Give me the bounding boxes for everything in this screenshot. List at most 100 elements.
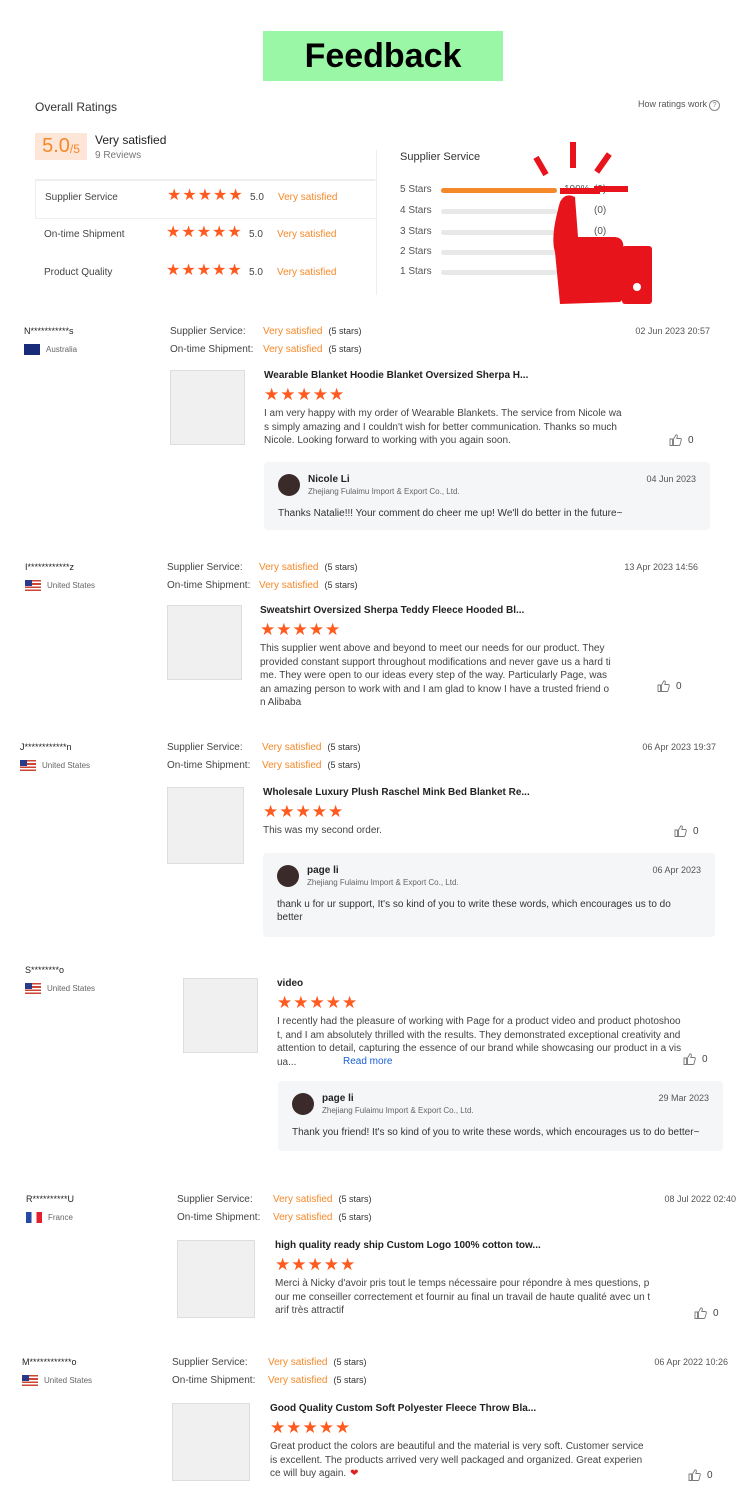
thumbs-up-icon	[694, 1307, 707, 1319]
review-text-body: I am very happy with my order of Wearabl…	[264, 408, 622, 446]
country-label: United States	[47, 581, 96, 590]
star-rating: ★★★★★	[166, 262, 243, 279]
flag-icon	[25, 580, 41, 591]
service-value: Very satisfied	[262, 760, 322, 771]
star-bar-label: 5 Stars	[400, 184, 432, 195]
rating-value: 5.0	[249, 267, 263, 278]
divider	[376, 150, 377, 295]
review-card: M************o United States Supplier Serv…	[0, 1357, 750, 1481]
thumbs-up-icon	[669, 434, 682, 446]
service-stars: (5 stars)	[338, 1194, 372, 1204]
read-more-link[interactable]: Read more	[343, 1056, 392, 1067]
service-stars: (5 stars)	[324, 562, 358, 572]
review-card: I************z United States Supplier Serv…	[0, 562, 750, 708]
product-title[interactable]: video	[277, 978, 685, 989]
reply-company: Zhejiang Fulaimu Import & Export Co., Lt…	[322, 1106, 474, 1115]
like-button[interactable]: 0	[683, 1053, 708, 1065]
overall-satisfaction: Very satisfied	[95, 133, 167, 147]
service-stars: (5 stars)	[324, 580, 358, 590]
how-ratings-work-link[interactable]: How ratings work?	[638, 99, 721, 111]
overall-ratings-title: Overall Ratings	[35, 100, 118, 114]
rating-value: 5.0	[249, 229, 263, 240]
flag-icon	[25, 983, 41, 994]
product-title[interactable]: Wearable Blanket Hoodie Blanket Oversize…	[264, 370, 624, 381]
review-stars: ★★★★★	[277, 993, 359, 1012]
service-label: Supplier Service:	[177, 1194, 253, 1205]
service-value: Very satisfied	[268, 1375, 328, 1386]
supplier-service-title: Supplier Service	[400, 151, 481, 163]
rating-row-supplier-service: Supplier Service ★★★★★ 5.0 Very satisfie…	[35, 179, 377, 219]
rating-row-ontime-shipment: On-time Shipment ★★★★★ 5.0 Very satisfie…	[35, 217, 375, 255]
service-rating-row: On-time Shipment: Very satisfied (5 stars)	[177, 1212, 372, 1223]
supplier-reply: page li Zhejiang Fulaimu Import & Export …	[278, 1081, 723, 1151]
service-value: Very satisfied	[259, 580, 319, 591]
service-value: Very satisfied	[268, 1357, 328, 1368]
product-title[interactable]: Sweatshirt Oversized Sherpa Teddy Fleece…	[260, 605, 612, 616]
review-text-body: This was my second order.	[263, 825, 382, 836]
help-icon: ?	[709, 100, 721, 111]
like-button[interactable]: 0	[669, 434, 694, 446]
flag-icon	[20, 760, 36, 771]
overall-score-denominator: /5	[69, 142, 80, 156]
product-title[interactable]: Wholesale Luxury Plush Raschel Mink Bed …	[263, 787, 623, 798]
star-rating: ★★★★★	[166, 224, 243, 241]
like-button[interactable]: 0	[674, 825, 699, 837]
reply-company: Zhejiang Fulaimu Import & Export Co., Lt…	[307, 878, 459, 887]
service-rating-row: Supplier Service: Very satisfied (5 stars)	[170, 326, 362, 337]
review-stars: ★★★★★	[264, 385, 346, 404]
product-image[interactable]	[172, 1403, 250, 1481]
service-rating-row: Supplier Service: Very satisfied (5 stars)	[177, 1194, 372, 1205]
product-title[interactable]: Good Quality Custom Soft Polyester Fleec…	[270, 1403, 646, 1414]
review-card: N***********s Australia Supplier Service: V…	[0, 326, 750, 530]
rating-label: Supplier Service	[45, 192, 118, 203]
reviewer-name: J************n	[20, 742, 72, 752]
review-stars: ★★★★★	[275, 1255, 357, 1274]
rating-label: Product Quality	[44, 267, 113, 278]
review-card: R**********U France Supplier Service: Very …	[0, 1194, 750, 1319]
country-label: United States	[44, 1376, 93, 1385]
review-text: I recently had the pleasure of working w…	[277, 1015, 685, 1069]
review-date: 02 Jun 2023 20:57	[635, 326, 710, 336]
product-image[interactable]	[183, 978, 258, 1053]
service-rating-row: On-time Shipment: Very satisfied (5 stars)	[167, 760, 361, 771]
service-stars: (5 stars)	[338, 1212, 372, 1222]
reviewer-name: S********o	[25, 965, 65, 975]
avatar	[292, 1093, 314, 1115]
review-stars: ★★★★★	[263, 802, 345, 821]
thumbs-up-icon	[688, 1469, 701, 1481]
rating-text: Very satisfied	[277, 267, 337, 278]
country-label: United States	[42, 761, 91, 770]
product-image[interactable]	[167, 787, 244, 864]
reply-date: 04 Jun 2023	[646, 474, 696, 484]
like-button[interactable]: 0	[657, 680, 682, 692]
like-button[interactable]: 0	[688, 1469, 713, 1481]
like-count: 0	[713, 1307, 719, 1319]
like-count: 0	[688, 434, 694, 446]
reviewer-country: United States	[25, 983, 95, 994]
service-value: Very satisfied	[259, 562, 319, 573]
service-rating-row: Supplier Service: Very satisfied (5 stars)	[167, 562, 358, 573]
product-title[interactable]: high quality ready ship Custom Logo 100%…	[275, 1240, 653, 1251]
service-rating-row: Supplier Service: Very satisfied (5 stars)	[167, 742, 361, 753]
review-text-body: I recently had the pleasure of working w…	[277, 1016, 682, 1068]
like-count: 0	[702, 1053, 708, 1065]
overall-score: 5.0	[42, 135, 70, 157]
country-label: United States	[47, 984, 96, 993]
service-stars: (5 stars)	[327, 760, 361, 770]
review-text: Great product the colors are beautiful a…	[270, 1440, 646, 1481]
star-bar-label: 1 Stars	[400, 266, 432, 277]
product-image[interactable]	[167, 605, 242, 680]
like-button[interactable]: 0	[694, 1307, 719, 1319]
star-bar-label: 3 Stars	[400, 226, 432, 237]
product-image[interactable]	[177, 1240, 255, 1318]
service-value: Very satisfied	[263, 326, 323, 337]
service-stars: (5 stars)	[328, 326, 362, 336]
service-label: Supplier Service:	[167, 742, 243, 753]
review-text: This was my second order.	[263, 824, 623, 838]
service-label: On-time Shipment:	[167, 580, 251, 591]
reviewer-country: United States	[22, 1375, 92, 1386]
rating-label: On-time Shipment	[44, 229, 125, 240]
review-date: 06 Apr 2022 10:26	[654, 1357, 728, 1367]
product-image[interactable]	[170, 370, 245, 445]
review-text-body: Great product the colors are beautiful a…	[270, 1441, 644, 1479]
